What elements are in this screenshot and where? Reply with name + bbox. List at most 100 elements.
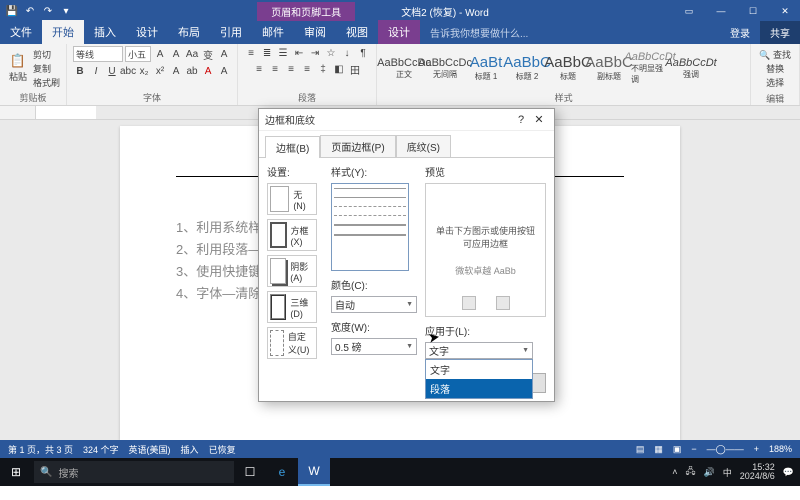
decrease-indent-icon[interactable]: ⇤ [292,46,306,60]
view-print-icon[interactable]: ▦ [654,444,663,455]
close-icon[interactable]: ✕ [770,0,800,22]
tab-insert[interactable]: 插入 [84,20,126,44]
align-center-icon[interactable]: ≡ [268,62,282,76]
subscript-icon[interactable]: x₂ [137,64,151,78]
language-indicator[interactable]: 英语(美国) [129,443,171,456]
tab-file[interactable]: 文件 [0,20,42,44]
insert-mode[interactable]: 插入 [181,443,199,456]
align-right-icon[interactable]: ≡ [284,62,298,76]
page-indicator[interactable]: 第 1 页，共 3 页 [8,443,73,456]
align-left-icon[interactable]: ≡ [252,62,266,76]
tab-header-design[interactable]: 设计 [378,20,420,44]
char-border-icon[interactable]: A [217,64,231,78]
edge-icon[interactable]: e [266,458,298,486]
preset-3d[interactable]: 三维(D) [267,291,317,323]
multilevel-icon[interactable]: ☰ [276,46,290,60]
style-heading1[interactable]: AaBt标题 1 [466,47,506,89]
tab-review[interactable]: 审阅 [294,20,336,44]
width-combo[interactable]: 0.5 磅▼ [331,338,417,355]
network-icon[interactable]: 🖧 [685,464,695,480]
zoom-out-icon[interactable]: − [691,444,696,454]
sort-icon[interactable]: ↓ [340,46,354,60]
shrink-font-icon[interactable]: A [169,47,183,61]
tab-view[interactable]: 视图 [336,20,378,44]
style-emphasis[interactable]: AaBbCcDt强调 [671,47,711,89]
asian-layout-icon[interactable]: ☆ [324,46,338,60]
qat-more-icon[interactable]: ▾ [60,5,72,17]
word-taskbar-icon[interactable]: W [298,458,330,486]
preset-custom[interactable]: 自定义(U) [267,327,317,359]
dialog-titlebar[interactable]: 边框和底纹 ? ✕ [259,109,554,131]
notification-icon[interactable]: 💬 [783,467,794,478]
preview-box[interactable]: 单击下方图示或使用按钮可应用边框 微软卓越 AaBb [425,183,546,317]
color-combo[interactable]: 自动▼ [331,296,417,313]
ime-indicator[interactable]: 中 [723,466,732,479]
tab-page-border[interactable]: 页面边框(P) [320,135,395,157]
zoom-in-icon[interactable]: + [754,444,759,454]
tab-layout[interactable]: 布局 [168,20,210,44]
task-view-icon[interactable]: ☐ [234,458,266,486]
ribbon-options-icon[interactable]: ▭ [674,0,704,22]
dropdown-item-text[interactable]: 文字 [426,360,532,379]
style-heading2[interactable]: AaBbC标题 2 [507,47,547,89]
tab-borders[interactable]: 边框(B) [265,136,320,158]
replace-button[interactable]: 替换 [766,62,784,75]
style-title[interactable]: AaBbC标题 [548,47,588,89]
line-spacing-icon[interactable]: ‡ [316,62,330,76]
show-marks-icon[interactable]: ¶ [356,46,370,60]
borders-icon[interactable]: 田 [348,62,362,76]
dialog-close-icon[interactable]: ✕ [530,113,548,126]
highlight-icon[interactable]: ab [185,64,199,78]
change-case-icon[interactable]: Aa [185,47,199,61]
find-button[interactable]: 🔍 查找 [759,48,791,61]
format-painter-button[interactable]: 格式刷 [33,76,60,89]
tab-design[interactable]: 设计 [126,20,168,44]
text-effects-icon[interactable]: A [169,64,183,78]
system-tray[interactable]: ˄ 🖧 🔊 中 15:32 2024/8/6 💬 [666,463,800,481]
line-style-list[interactable] [331,183,409,271]
numbering-icon[interactable]: ≣ [260,46,274,60]
tab-references[interactable]: 引用 [210,20,252,44]
minimize-icon[interactable]: — [706,0,736,22]
zoom-slider[interactable]: —◯—— [707,444,744,455]
maximize-icon[interactable]: ☐ [738,0,768,22]
clock[interactable]: 15:32 2024/8/6 [740,463,775,481]
preset-none[interactable]: 无(N) [267,183,317,215]
view-web-icon[interactable]: ▣ [673,444,682,455]
view-read-icon[interactable]: ▤ [636,444,645,455]
style-nospacing[interactable]: AaBbCcDc无间隔 [425,47,465,89]
redo-icon[interactable]: ↷ [42,5,54,17]
preset-box[interactable]: 方框(X) [267,219,317,251]
tab-shading[interactable]: 底纹(S) [396,135,451,157]
tab-home[interactable]: 开始 [42,20,84,44]
font-color-icon[interactable]: A [201,64,215,78]
italic-icon[interactable]: I [89,64,103,78]
bold-icon[interactable]: B [73,64,87,78]
tab-mailings[interactable]: 邮件 [252,20,294,44]
superscript-icon[interactable]: x² [153,64,167,78]
save-icon[interactable]: 💾 [6,5,18,17]
enclose-icon[interactable]: A [217,47,231,61]
taskbar-search[interactable]: 🔍搜索 [34,461,234,483]
strike-icon[interactable]: abc [121,64,135,78]
preset-shadow[interactable]: 阴影(A) [267,255,317,287]
zoom-level[interactable]: 188% [769,444,792,454]
bullets-icon[interactable]: ≡ [244,46,258,60]
border-bottom-toggle[interactable] [462,296,476,310]
cut-button[interactable]: 剪切 [33,48,60,61]
paste-button[interactable]: 📋粘贴 [6,51,30,85]
dialog-help-icon[interactable]: ? [512,114,530,126]
font-name-combo[interactable]: 等线 [73,46,123,62]
shading-icon[interactable]: ◧ [332,62,346,76]
start-button[interactable]: ⊞ [0,458,32,486]
tray-chevron-icon[interactable]: ˄ [672,467,677,477]
select-button[interactable]: 选择 [766,76,784,89]
dropdown-item-paragraph[interactable]: 段落 [426,379,532,398]
undo-icon[interactable]: ↶ [24,5,36,17]
tell-me-box[interactable]: 告诉我你想要做什么... [420,21,720,44]
increase-indent-icon[interactable]: ⇥ [308,46,322,60]
word-count[interactable]: 324 个字 [83,443,119,456]
styles-gallery[interactable]: AaBbCcDc正文 AaBbCcDc无间隔 AaBt标题 1 AaBbC标题 … [383,46,744,90]
phonetic-icon[interactable]: 变 [201,47,215,61]
underline-icon[interactable]: U [105,64,119,78]
